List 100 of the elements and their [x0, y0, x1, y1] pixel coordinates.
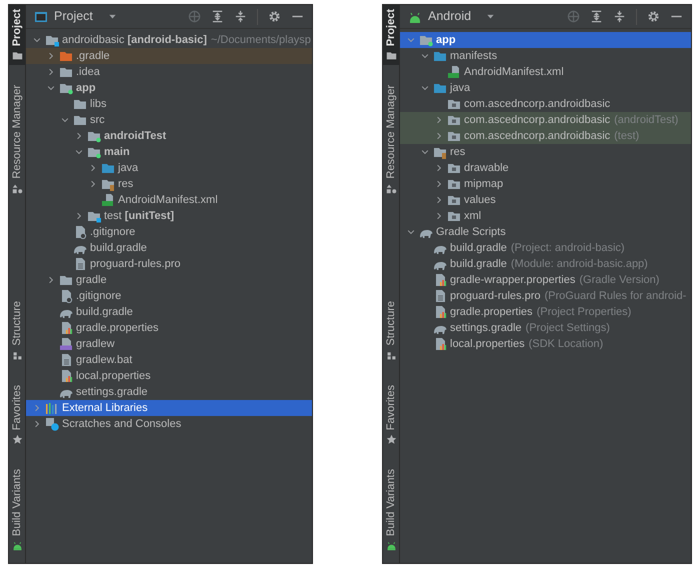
tree-row[interactable]: Gradle Scripts [400, 224, 691, 240]
tool-window-tab[interactable]: Favorites [383, 380, 399, 449]
tree-row[interactable]: androidTest [26, 128, 312, 144]
tree-row[interactable]: res [400, 144, 691, 160]
tool-window-tab[interactable]: Structure [9, 297, 25, 365]
tree-row[interactable]: gradle.properties (Project Properties) [400, 304, 691, 320]
item-hint: (Gradle Version) [579, 272, 660, 288]
tree-row[interactable]: drawable [400, 160, 691, 176]
item-label: com.ascedncorp.androidbasic [464, 112, 610, 128]
folder-icon [101, 161, 115, 175]
item-label: gradle.properties [76, 320, 159, 336]
item-label: com.ascedncorp.androidbasic [464, 128, 610, 144]
resource-folder-icon [433, 145, 447, 159]
tree-row[interactable]: .gitignore [26, 224, 312, 240]
file-icon [59, 353, 73, 367]
tree-row[interactable]: src [26, 112, 312, 128]
tree-row[interactable]: gradle-wrapper.properties (Gradle Version) [400, 272, 691, 288]
item-label: mipmap [464, 176, 504, 192]
tree-row[interactable]: gradle.properties [26, 320, 312, 336]
item-label: .gradle [76, 48, 110, 64]
tool-window-tab[interactable]: Build Variants [9, 464, 25, 555]
tree-row[interactable]: xml [400, 208, 691, 224]
package-icon [447, 113, 461, 127]
tool-window-tab[interactable]: Project [9, 5, 25, 66]
item-label: local.properties [76, 368, 151, 384]
item-label: gradle.properties [450, 304, 533, 320]
item-label: manifests [450, 48, 498, 64]
tree-row[interactable]: java [400, 80, 691, 96]
tool-window-tab[interactable]: Resource Manager [383, 81, 399, 198]
tree-row[interactable]: .gradle [26, 48, 312, 64]
item-label: com.ascedncorp.androidbasic [464, 96, 610, 112]
tree-row[interactable]: test [unitTest] [26, 208, 312, 224]
expand-all-icon[interactable] [211, 10, 224, 23]
manifest-file-icon [101, 193, 115, 207]
tree-row[interactable]: res [26, 176, 312, 192]
tree-row[interactable]: build.gradle (Module: android-basic.app) [400, 256, 691, 272]
item-label: .idea [76, 64, 100, 80]
item-label: java [450, 80, 470, 96]
folder-icon [12, 50, 22, 62]
tree-row[interactable]: build.gradle (Project: android-basic) [400, 240, 691, 256]
tree-row[interactable]: com.ascedncorp.androidbasic [400, 96, 691, 112]
view-selector[interactable]: Project [34, 7, 118, 26]
item-label: gradlew [76, 336, 115, 352]
tool-window-tab[interactable]: Resource Manager [9, 81, 25, 198]
tree-row[interactable]: build.gradle [26, 304, 312, 320]
tree-row[interactable]: androidbasic [android-basic] ~/Documents/playsp [26, 32, 312, 48]
android-icon [386, 540, 396, 551]
tool-window-tab[interactable]: Favorites [9, 380, 25, 449]
tree-row[interactable]: com.ascedncorp.androidbasic (androidTest) [400, 112, 691, 128]
item-label: AndroidManifest.xml [118, 192, 218, 208]
collapse-all-icon[interactable] [613, 10, 626, 23]
item-label: local.properties [450, 336, 525, 352]
structure-icon [12, 350, 22, 361]
properties-file-icon [59, 369, 73, 383]
module-icon [45, 33, 59, 47]
tool-window-tab[interactable]: Project [383, 5, 399, 66]
tree-row[interactable]: local.properties [26, 368, 312, 384]
ignore-file-icon [73, 225, 87, 239]
package-icon [447, 177, 461, 191]
tree-row[interactable]: mipmap [400, 176, 691, 192]
tree-row[interactable]: AndroidManifest.xml [400, 64, 691, 80]
resource-folder-icon [101, 177, 115, 191]
tree-row[interactable]: libs [26, 96, 312, 112]
folder-icon [73, 97, 87, 111]
folder-icon [59, 273, 73, 287]
tree-row[interactable]: Scratches and Consoles [26, 416, 312, 432]
tool-window-tab[interactable]: Structure [383, 297, 399, 365]
properties-file-icon [433, 273, 447, 287]
structure-icon [386, 350, 396, 361]
tree-row[interactable]: External Libraries [26, 400, 312, 416]
tree-row[interactable]: app [26, 80, 312, 96]
tree-row[interactable]: gradlew.bat [26, 352, 312, 368]
settings-icon[interactable] [268, 10, 281, 23]
tool-window-tab[interactable]: Build Variants [383, 464, 399, 555]
view-selector[interactable]: Android [408, 7, 496, 26]
item-hint: (Module: android-basic.app) [510, 256, 648, 272]
tree-row[interactable]: proguard-rules.pro (ProGuard Rules for android- [400, 288, 691, 304]
tree-row[interactable]: main [26, 144, 312, 160]
tree-row[interactable]: local.properties (SDK Location) [400, 336, 691, 352]
expand-all-icon[interactable] [590, 10, 603, 23]
tree-row[interactable]: .idea [26, 64, 312, 80]
tree-row[interactable]: gradlew [26, 336, 312, 352]
tree-row[interactable]: settings.gradle [26, 384, 312, 400]
tree-row[interactable]: proguard-rules.pro [26, 256, 312, 272]
tree-row[interactable]: manifests [400, 48, 691, 64]
file-icon [433, 289, 447, 303]
tree-row[interactable]: AndroidManifest.xml [26, 192, 312, 208]
collapse-all-icon[interactable] [234, 10, 247, 23]
manifest-file-icon [447, 65, 461, 79]
tree-row[interactable]: app [400, 32, 691, 48]
tree-row[interactable]: values [400, 192, 691, 208]
item-label: .gitignore [76, 288, 122, 304]
tree-row[interactable]: gradle [26, 272, 312, 288]
tree-row[interactable]: build.gradle [26, 240, 312, 256]
shapes-icon [12, 182, 22, 194]
tree-row[interactable]: java [26, 160, 312, 176]
tree-row[interactable]: com.ascedncorp.androidbasic (test) [400, 128, 691, 144]
settings-icon[interactable] [647, 10, 660, 23]
tree-row[interactable]: settings.gradle (Project Settings) [400, 320, 691, 336]
tree-row[interactable]: .gitignore [26, 288, 312, 304]
